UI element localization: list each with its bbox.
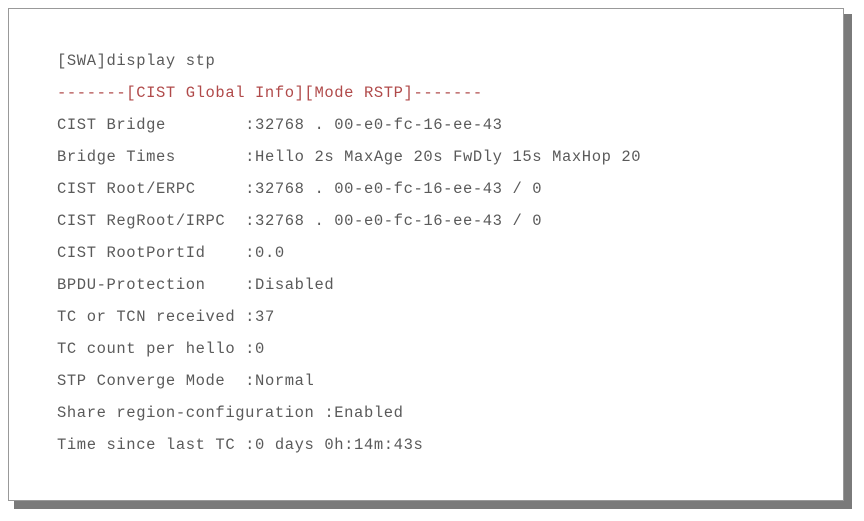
row-value: :Hello 2s MaxAge 20s FwDly 15s MaxHop 20 — [245, 148, 642, 166]
cist-global-info-banner: -------[CIST Global Info][Mode RSTP]----… — [57, 84, 483, 102]
row-value: :Enabled — [324, 404, 404, 422]
output-row: Time since last TC :0 days 0h:14m:43s — [57, 429, 843, 461]
row-label: CIST RootPortId — [57, 244, 246, 262]
row-value: :Normal — [245, 372, 315, 390]
row-value: :37 — [245, 308, 275, 326]
command-prompt-line: [SWA]display stp — [57, 52, 216, 70]
row-label: Share region-configuration — [57, 404, 325, 422]
output-row: TC or TCN received :37 — [57, 301, 843, 333]
output-row: TC count per hello :0 — [57, 333, 843, 365]
terminal-output-area[interactable]: [SWA]display stp -------[CIST Global Inf… — [9, 9, 843, 461]
output-row: BPDU-Protection :Disabled — [57, 269, 843, 301]
row-label: STP Converge Mode — [57, 372, 246, 390]
output-row: Share region-configuration :Enabled — [57, 397, 843, 429]
row-value: :Disabled — [245, 276, 335, 294]
row-value: :0 — [245, 340, 265, 358]
row-value: :32768 . 00-e0-fc-16-ee-43 / 0 — [245, 212, 543, 230]
row-label: Bridge Times — [57, 148, 246, 166]
row-label: CIST Root/ERPC — [57, 180, 246, 198]
row-value: :0.0 — [245, 244, 285, 262]
output-row: Bridge Times :Hello 2s MaxAge 20s FwDly … — [57, 141, 843, 173]
row-label: CIST Bridge — [57, 116, 246, 134]
screenshot-canvas: [SWA]display stp -------[CIST Global Inf… — [0, 0, 864, 521]
output-row: STP Converge Mode :Normal — [57, 365, 843, 397]
row-value: :32768 . 00-e0-fc-16-ee-43 — [245, 116, 503, 134]
output-row: CIST Root/ERPC :32768 . 00-e0-fc-16-ee-4… — [57, 173, 843, 205]
row-label: Time since last TC — [57, 436, 246, 454]
row-label: TC count per hello — [57, 340, 246, 358]
row-value: :0 days 0h:14m:43s — [245, 436, 424, 454]
output-row: CIST Bridge :32768 . 00-e0-fc-16-ee-43 — [57, 109, 843, 141]
row-label: TC or TCN received — [57, 308, 246, 326]
output-row: CIST RegRoot/IRPC :32768 . 00-e0-fc-16-e… — [57, 205, 843, 237]
output-row: CIST RootPortId :0.0 — [57, 237, 843, 269]
terminal-window: [SWA]display stp -------[CIST Global Inf… — [8, 8, 844, 501]
row-value: :32768 . 00-e0-fc-16-ee-43 / 0 — [245, 180, 543, 198]
row-label: BPDU-Protection — [57, 276, 246, 294]
row-label: CIST RegRoot/IRPC — [57, 212, 246, 230]
